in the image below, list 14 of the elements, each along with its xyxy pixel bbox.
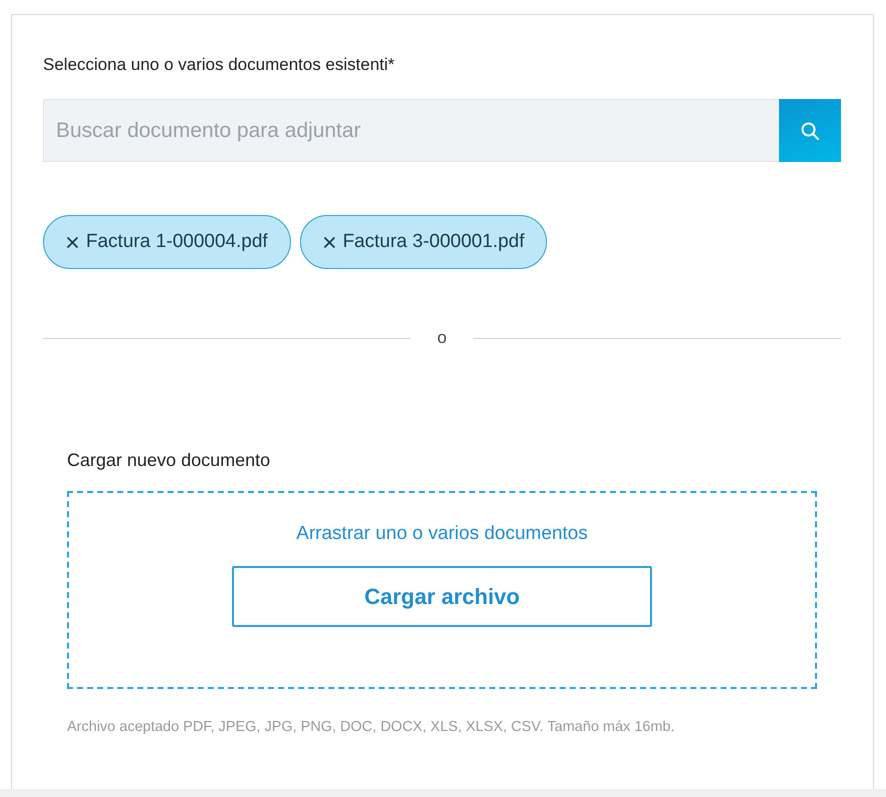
field-label: Selecciona uno o varios documentos esistenti* <box>43 55 396 76</box>
drop-hint: Arrastrar uno o varios documentos <box>296 523 588 545</box>
close-icon[interactable] <box>66 236 79 248</box>
drop-zone[interactable]: Arrastrar uno o varios documentos Cargar archivo <box>67 491 817 689</box>
upload-button[interactable]: Cargar archivo <box>232 566 652 627</box>
search-field[interactable]: Buscar documento para adjuntar <box>43 99 779 162</box>
file-chip[interactable]: Factura 3-000001.pdf <box>300 215 548 269</box>
close-icon[interactable] <box>322 236 336 248</box>
search-button[interactable] <box>779 99 841 162</box>
file-chip[interactable]: Factura 1-000004.pdf <box>43 215 291 269</box>
search-icon <box>800 120 820 140</box>
divider-text: o <box>436 328 448 348</box>
file-note: Archivo aceptado PDF, JPEG, JPG, PNG, DOC, DOCX, XLS, XLSX, CSV. Tamaño máx 16mb. <box>67 719 676 735</box>
section-title: Cargar nuevo documento <box>67 450 272 472</box>
